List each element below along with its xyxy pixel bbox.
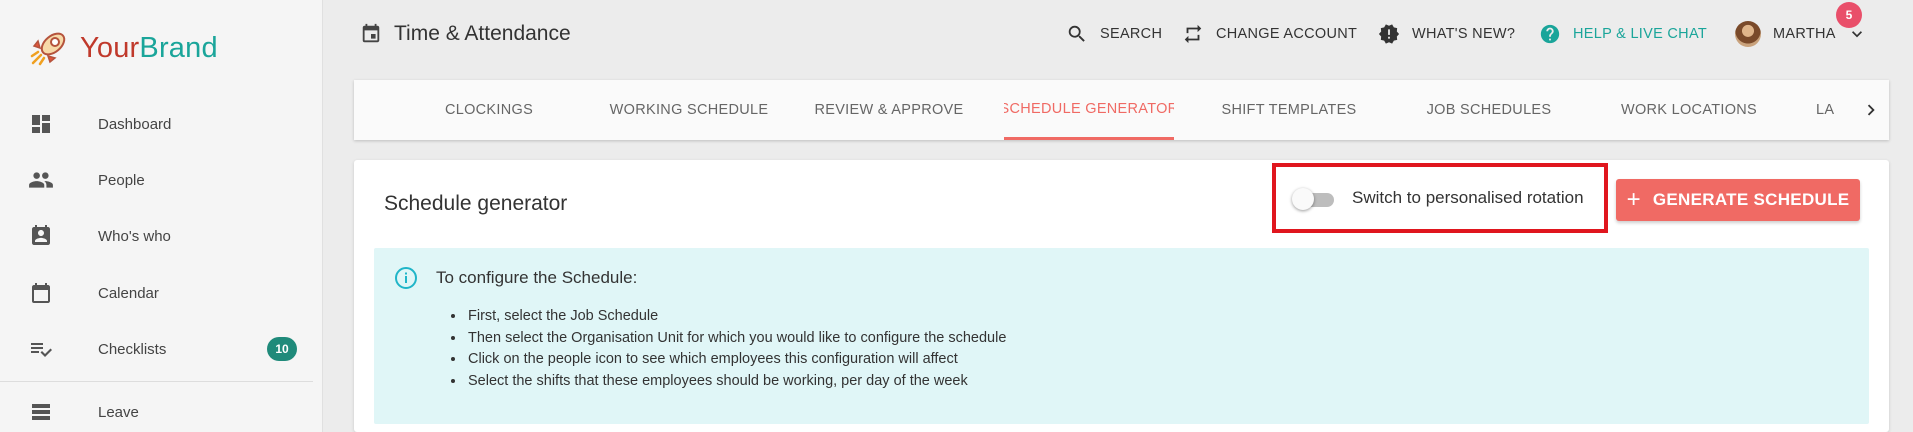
whats-new-label: WHAT'S NEW? <box>1412 26 1516 42</box>
info-title: To configure the Schedule: <box>436 268 638 287</box>
toggle-knob <box>1292 188 1314 210</box>
generate-schedule-label: GENERATE SCHEDULE <box>1652 190 1850 209</box>
generate-schedule-button[interactable]: + GENERATE SCHEDULE <box>1616 179 1860 221</box>
rocket-logo-icon <box>30 32 66 66</box>
announcement-icon <box>1378 23 1400 45</box>
sidebar-item-whos-who[interactable]: Who's who <box>0 208 323 264</box>
tab-bar: CLOCKINGS WORKING SCHEDULE REVIEW & APPR… <box>354 80 1889 140</box>
list-item: Select the shifts that these employees s… <box>466 371 1006 393</box>
change-account-label: CHANGE ACCOUNT <box>1216 26 1358 42</box>
list-item: Then select the Organisation Unit for wh… <box>466 328 1006 350</box>
brand-name: YourBrand <box>80 32 218 65</box>
info-list: First, select the Job Schedule Then sele… <box>466 306 1006 392</box>
schedule-generator-card: Schedule generator Switch to personalise… <box>354 160 1889 432</box>
leave-icon <box>28 399 54 425</box>
search-button[interactable]: SEARCH <box>1066 22 1162 46</box>
plus-icon: + <box>1626 186 1641 213</box>
top-bar: Time & Attendance SEARCH CHANGE ACCOUNT … <box>324 0 1913 70</box>
tab-clockings[interactable]: CLOCKINGS <box>404 80 574 140</box>
change-account-button[interactable]: CHANGE ACCOUNT <box>1182 22 1357 46</box>
help-icon <box>1539 23 1561 45</box>
info-panel: To configure the Schedule: First, select… <box>374 248 1869 424</box>
sidebar-item-label: Who's who <box>98 227 171 245</box>
toggle-label: Switch to personalised rotation <box>1352 188 1584 207</box>
sidebar: YourBrand Dashboard People Who's who Cal… <box>0 0 323 432</box>
sidebar-item-label: Dashboard <box>98 115 172 133</box>
info-icon <box>395 267 417 289</box>
page-title: Time & Attendance <box>394 22 571 45</box>
help-label: HELP & LIVE CHAT <box>1573 26 1708 42</box>
chevron-down-icon <box>1846 23 1868 45</box>
calendar-event-icon <box>362 23 380 43</box>
dashboard-icon <box>28 111 54 137</box>
sidebar-item-label: Leave <box>98 403 139 421</box>
sidebar-item-dashboard[interactable]: Dashboard <box>0 96 323 152</box>
list-item: First, select the Job Schedule <box>466 306 1006 328</box>
people-icon <box>28 167 54 193</box>
sidebar-item-label: People <box>98 171 145 189</box>
tab-schedule-generator[interactable]: SCHEDULE GENERATOR <box>1004 80 1174 140</box>
whats-new-button[interactable]: WHAT'S NEW? <box>1378 22 1515 46</box>
sidebar-item-leave[interactable]: Leave <box>0 384 323 432</box>
user-menu[interactable]: MARTHA <box>1735 21 1868 47</box>
checklists-count-badge: 10 <box>267 337 297 361</box>
sidebar-item-people[interactable]: People <box>0 152 323 208</box>
card-title: Schedule generator <box>384 192 568 215</box>
tab-shift-templates[interactable]: SHIFT TEMPLATES <box>1204 80 1374 140</box>
sidebar-item-checklists[interactable]: Checklists 10 <box>0 321 323 377</box>
sidebar-item-label: Calendar <box>98 284 159 302</box>
brand-name-part2: Brand <box>139 31 218 64</box>
tab-review-approve[interactable]: REVIEW & APPROVE <box>804 80 974 140</box>
list-item: Click on the people icon to see which em… <box>466 349 1006 371</box>
page-title-wrap: Time & Attendance <box>360 22 571 46</box>
search-label: SEARCH <box>1100 26 1163 42</box>
sidebar-divider <box>0 381 313 382</box>
swap-icon <box>1182 23 1204 45</box>
chevron-right-icon[interactable] <box>1859 98 1883 122</box>
brand-name-part1: Your <box>80 31 140 64</box>
help-live-chat-button[interactable]: HELP & LIVE CHAT <box>1539 22 1707 46</box>
sidebar-item-calendar[interactable]: Calendar <box>0 265 323 321</box>
tab-leave-truncated[interactable]: LA <box>1816 80 1838 140</box>
sidebar-item-label: Checklists <box>98 340 167 358</box>
tab-work-locations[interactable]: WORK LOCATIONS <box>1604 80 1774 140</box>
contact-card-icon <box>28 223 54 249</box>
search-icon <box>1066 23 1088 45</box>
personalised-rotation-toggle[interactable] <box>1292 187 1340 211</box>
user-name: MARTHA <box>1773 26 1836 42</box>
brand-logo[interactable]: YourBrand <box>28 28 218 68</box>
checklist-icon <box>28 336 54 362</box>
app: YourBrand Dashboard People Who's who Cal… <box>0 0 1913 432</box>
tab-job-schedules[interactable]: JOB SCHEDULES <box>1404 80 1574 140</box>
tab-working-schedule[interactable]: WORKING SCHEDULE <box>604 80 774 140</box>
calendar-icon <box>28 280 54 306</box>
avatar <box>1735 21 1761 47</box>
